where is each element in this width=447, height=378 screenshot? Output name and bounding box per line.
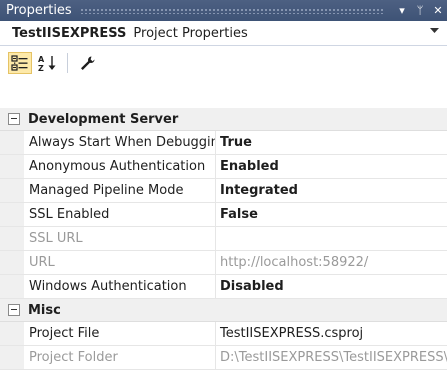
row-gutter [0, 275, 24, 298]
property-name: Project File [24, 322, 216, 345]
chevron-down-icon[interactable] [430, 27, 439, 37]
row-gutter [0, 179, 24, 202]
property-name: Always Start When Debugging [24, 131, 216, 154]
property-name: SSL URL [24, 227, 216, 250]
property-name: Anonymous Authentication [24, 155, 216, 178]
property-row[interactable]: Managed Pipeline Mode Integrated [0, 179, 447, 203]
property-pages-button[interactable] [75, 52, 99, 74]
svg-text:Z: Z [38, 64, 44, 72]
property-row[interactable]: Project Folder D:\TestIISEXPRESS\TestIIS… [0, 346, 447, 370]
property-value[interactable]: True [216, 131, 447, 154]
window-position-dropdown-icon[interactable]: ▾ [393, 4, 411, 17]
property-value[interactable]: TestIISEXPRESS.csproj [216, 322, 447, 345]
collapse-icon[interactable] [8, 113, 20, 125]
property-name: SSL Enabled [24, 203, 216, 226]
row-gutter [0, 251, 24, 274]
property-value[interactable]: Enabled [216, 155, 447, 178]
category-misc[interactable]: Misc [0, 299, 447, 322]
title-grip[interactable] [79, 7, 385, 14]
pin-icon[interactable]: ᛘ [411, 4, 429, 17]
wrench-icon [81, 56, 95, 70]
selected-object-name: TestIISEXPRESS [12, 25, 127, 41]
properties-title-bar: Properties ▾ ᛘ ✕ [0, 0, 447, 21]
row-gutter [0, 203, 24, 226]
property-row[interactable]: Always Start When Debugging True [0, 131, 447, 155]
property-value[interactable]: False [216, 203, 447, 226]
row-gutter [0, 155, 24, 178]
property-grid: Development Server Always Start When Deb… [0, 108, 447, 370]
collapse-icon[interactable] [8, 304, 20, 316]
row-gutter [0, 322, 24, 345]
property-row[interactable]: URL http://localhost:58922/ [0, 251, 447, 275]
property-value: http://localhost:58922/ [220, 255, 369, 270]
property-value[interactable]: Disabled [216, 275, 447, 298]
row-gutter [0, 346, 24, 369]
property-name: URL [24, 251, 216, 274]
category-label: Development Server [28, 111, 179, 127]
property-row[interactable]: Anonymous Authentication Enabled [0, 155, 447, 179]
property-name: Project Folder [24, 346, 216, 369]
property-name: Windows Authentication [24, 275, 216, 298]
row-gutter [0, 131, 24, 154]
window-title: Properties [6, 3, 72, 18]
close-icon[interactable]: ✕ [429, 4, 447, 17]
properties-toolbar: A Z [0, 46, 447, 100]
categorized-button[interactable] [8, 52, 32, 74]
property-name: Managed Pipeline Mode [24, 179, 216, 202]
toolbar-separator [67, 53, 68, 73]
category-label: Misc [28, 302, 61, 318]
property-row[interactable]: SSL URL [0, 227, 447, 251]
property-value: D:\TestIISEXPRESS\TestIISEXPRESS\ [220, 350, 447, 365]
property-value [216, 227, 447, 250]
selected-object-type: Project Properties [133, 25, 248, 41]
object-selector[interactable]: TestIISEXPRESS Project Properties [0, 21, 447, 46]
category-development-server[interactable]: Development Server [0, 108, 447, 131]
property-row[interactable]: Windows Authentication Disabled [0, 275, 447, 299]
property-row[interactable]: Project File TestIISEXPRESS.csproj [0, 322, 447, 346]
sort-az-icon: A Z [38, 55, 56, 72]
row-gutter [0, 227, 24, 250]
svg-text:A: A [38, 55, 45, 64]
categorized-icon [11, 55, 28, 71]
property-value[interactable]: Integrated [216, 179, 447, 202]
alphabetical-button[interactable]: A Z [36, 52, 60, 74]
property-row[interactable]: SSL Enabled False [0, 203, 447, 227]
